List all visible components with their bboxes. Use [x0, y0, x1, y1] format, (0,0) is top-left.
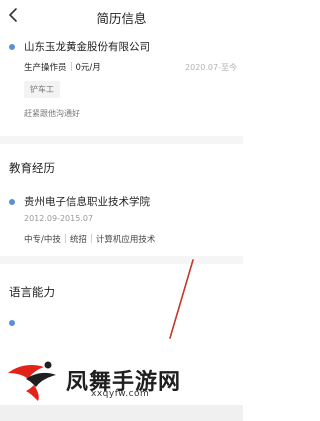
separator	[70, 62, 72, 71]
phoenix-logo-icon	[8, 361, 56, 401]
watermark-url: xxqyfw.com	[91, 389, 150, 399]
education-degree: 中专/中技	[24, 235, 61, 245]
company-name[interactable]: 山东玉龙黄金股份有限公司	[24, 39, 150, 54]
education-date: 2012.09-2015.07	[24, 214, 94, 223]
school-name[interactable]: 贵州电子信息职业技术学院	[24, 194, 150, 209]
job-position: 生产操作员	[24, 63, 67, 73]
page-title: 简历信息	[96, 11, 147, 26]
education-info: 中专/中技 统招 计算机应用技术	[24, 233, 155, 245]
separator	[90, 234, 92, 243]
job-date: 2020.07-至今	[185, 63, 237, 72]
education-type: 统招	[69, 235, 87, 245]
education-bullet-icon	[9, 199, 15, 205]
job-info: 生产操作员 0元/月	[24, 61, 101, 73]
education-major: 计算机应用技术	[95, 235, 156, 245]
language-section-title: 语言能力	[9, 285, 55, 299]
education-section-title: 教育经历	[9, 161, 55, 175]
work-bullet-icon	[9, 44, 15, 50]
language-bullet-icon	[9, 320, 15, 326]
section-divider	[0, 136, 243, 144]
separator	[64, 234, 66, 243]
job-description: 赶紧跟他沟通好	[24, 109, 80, 118]
job-salary: 0元/月	[75, 63, 101, 73]
bottom-bar	[0, 405, 243, 421]
skill-tag: 铲车工	[24, 81, 60, 98]
section-divider	[0, 256, 243, 264]
